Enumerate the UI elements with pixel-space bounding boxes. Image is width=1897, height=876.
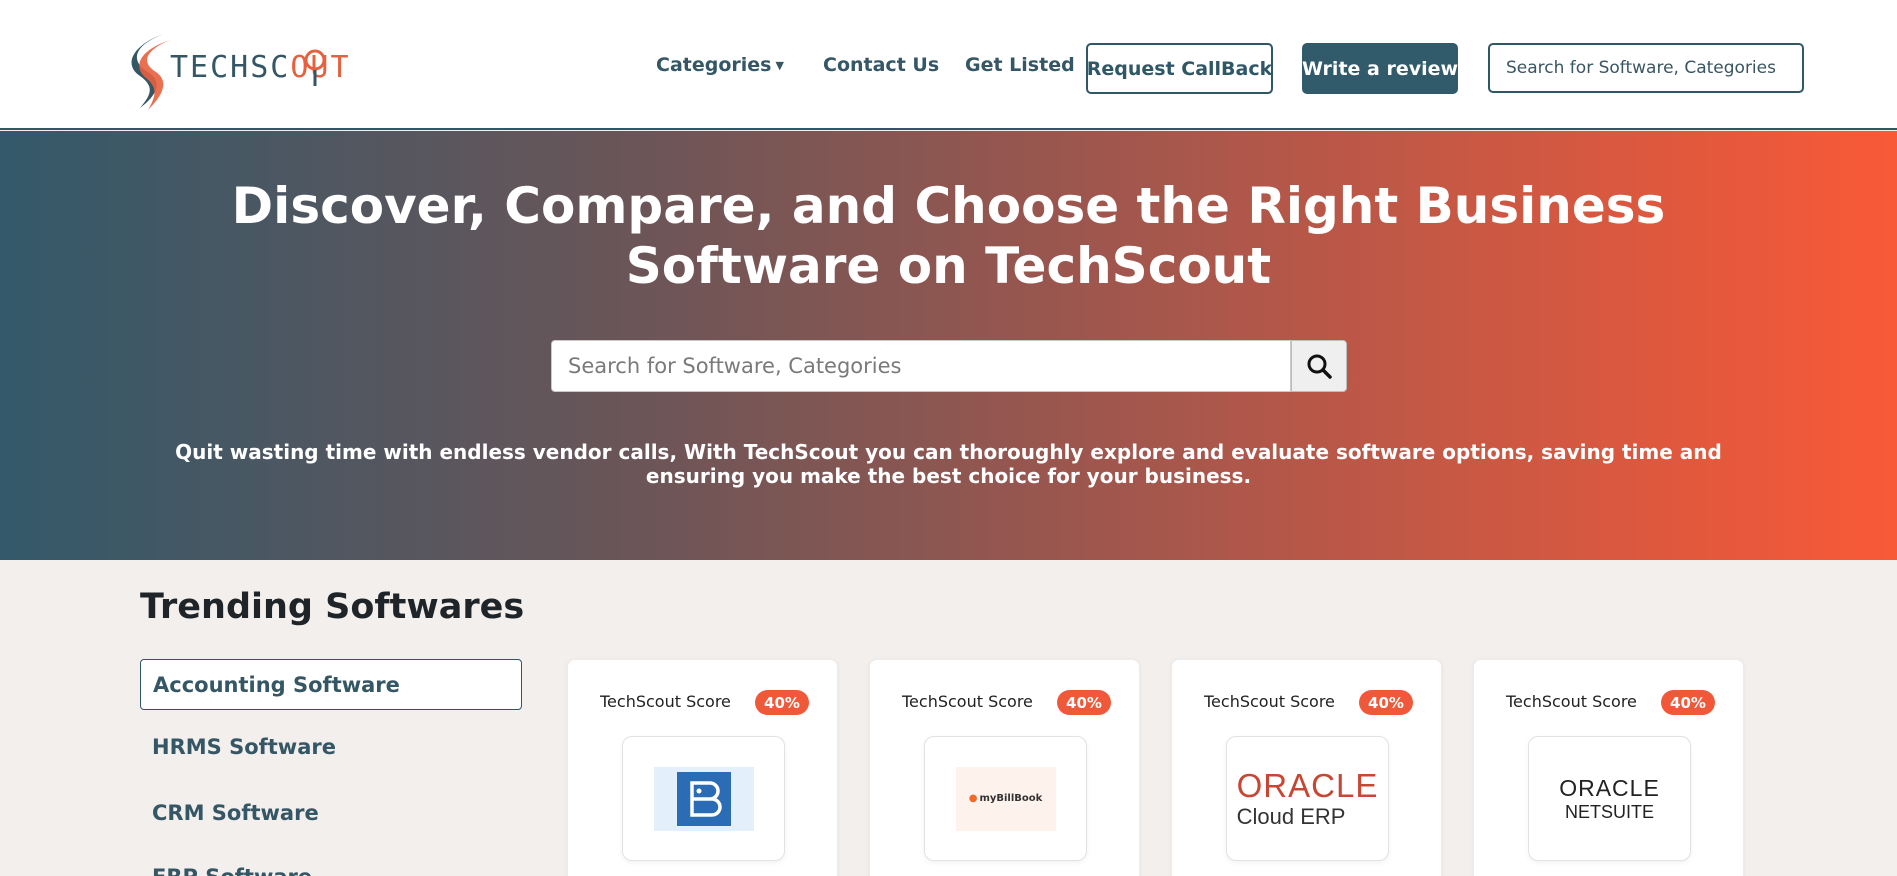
- hero-search-bar: [551, 340, 1347, 392]
- techscout-score-label: TechScout Score: [902, 692, 1033, 711]
- header-search-input[interactable]: [1488, 43, 1804, 93]
- techscout-score-label: TechScout Score: [1204, 692, 1335, 711]
- nav-contact-us[interactable]: Contact Us: [823, 54, 939, 76]
- oracle-netsuite-logo: ORACLE NETSUITE: [1559, 775, 1660, 823]
- software-card[interactable]: TechScout Score 40% ORACLE Cloud ERP: [1171, 659, 1442, 876]
- mybillbook-logo-text: myBillBook: [979, 793, 1043, 804]
- score-badge: 40%: [1661, 690, 1715, 715]
- techscout-score-label: TechScout Score: [1506, 692, 1637, 711]
- trending-title: Trending Softwares: [140, 587, 525, 627]
- hero-search-button[interactable]: [1291, 340, 1347, 392]
- nav-categories-label: Categories: [656, 54, 772, 76]
- category-tab-erp[interactable]: ERP Software: [140, 865, 522, 876]
- magnifier-logo-icon: [304, 49, 326, 86]
- category-tab-accounting[interactable]: Accounting Software: [140, 659, 522, 710]
- oracle-logo-text: ORACLE: [1236, 766, 1379, 804]
- netsuite-logo-text: NETSUITE: [1564, 801, 1654, 822]
- site-header: TECHSCOUT Categories ▼ Contact Us Get Lis…: [0, 0, 1897, 130]
- request-callback-button[interactable]: Request CallBack: [1086, 43, 1273, 94]
- techscout-swirl-icon: [131, 34, 170, 110]
- hero-title: Discover, Compare, and Choose the Right …: [231, 177, 1666, 295]
- software-card[interactable]: TechScout Score 40% ORACLE NETSUITE: [1473, 659, 1744, 876]
- software-card[interactable]: TechScout Score 40%: [567, 659, 838, 876]
- caret-down-icon: ▼: [775, 59, 784, 72]
- hero-search-input[interactable]: [551, 340, 1291, 392]
- busy-logo-icon: [653, 766, 754, 831]
- software-logo: [622, 736, 785, 861]
- score-badge: 40%: [755, 690, 809, 715]
- software-logo: ● myBillBook: [924, 736, 1087, 861]
- score-badge: 40%: [1359, 690, 1413, 715]
- techscout-score-label: TechScout Score: [600, 692, 731, 711]
- mybillbook-logo: ● myBillBook: [955, 766, 1056, 831]
- score-badge: 40%: [1057, 690, 1111, 715]
- hero-tagline: Quit wasting time with endless vendor ca…: [175, 440, 1722, 488]
- techscout-logo[interactable]: TECHSCOUT: [126, 30, 376, 112]
- write-review-button[interactable]: Write a review: [1302, 43, 1458, 94]
- nav-get-listed[interactable]: Get Listed: [965, 54, 1075, 76]
- software-logo: ORACLE Cloud ERP: [1226, 736, 1389, 861]
- software-card[interactable]: TechScout Score 40% ● myBillBook: [869, 659, 1140, 876]
- search-icon: [1307, 354, 1332, 379]
- category-tab-crm[interactable]: CRM Software: [140, 801, 522, 827]
- category-tab-hrms[interactable]: HRMS Software: [140, 735, 522, 761]
- hero-section: Discover, Compare, and Choose the Right …: [0, 131, 1897, 560]
- oracle-logo-text: ORACLE: [1559, 774, 1660, 801]
- oracle-cloud-erp-logo: ORACLE Cloud ERP: [1236, 766, 1379, 830]
- cloud-erp-logo-text: Cloud ERP: [1236, 803, 1346, 829]
- nav-categories-dropdown[interactable]: Categories ▼: [656, 54, 784, 76]
- software-logo: ORACLE NETSUITE: [1528, 736, 1691, 861]
